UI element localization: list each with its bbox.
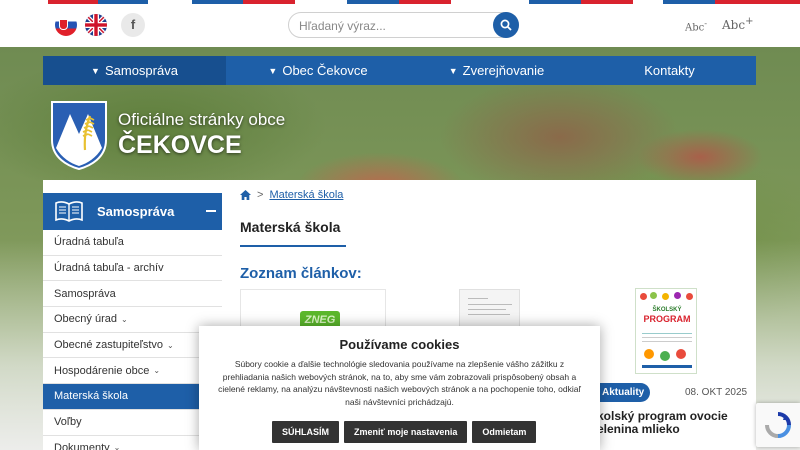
chevron-down-icon: ⌄	[113, 443, 121, 450]
article-date: 08. OKT 2025	[685, 387, 748, 398]
chevron-down-icon: ▼	[91, 65, 100, 76]
top-bar: f Abc- Abc+	[0, 0, 800, 47]
sidebar-item-uradna-tabula[interactable]: Úradná tabuľa	[43, 230, 222, 256]
search-button[interactable]	[493, 12, 519, 38]
top-stripes	[0, 0, 800, 4]
coat-of-arms-icon[interactable]	[50, 100, 108, 170]
search-input[interactable]	[299, 17, 489, 35]
home-icon[interactable]	[240, 190, 251, 200]
facebook-icon[interactable]: f	[121, 13, 145, 37]
sidebar-menu: Úradná tabuľa Úradná tabuľa - archív Sam…	[43, 230, 222, 450]
site-title[interactable]: Oficiálne stránky obce ČEKOVCE	[118, 110, 285, 160]
main-navigation: ▼ Samospráva ▼ Obec Čekovce ▼ Zverejňovanie…	[43, 56, 756, 85]
breadcrumb-current[interactable]: Materská škola	[269, 189, 343, 201]
font-larger-button[interactable]: Abc+	[722, 16, 753, 32]
sidebar-item-obecny-urad[interactable]: Obecný úrad ⌄	[43, 307, 222, 333]
slovak-flag-icon[interactable]	[55, 14, 77, 36]
nav-item-kontakty[interactable]: Kontakty	[583, 56, 756, 85]
sidebar-item-dokumenty[interactable]: Dokumenty ⌄	[43, 435, 222, 450]
article-title[interactable]: kolský program ovocie elenina mlieko	[597, 410, 747, 436]
recaptcha-badge[interactable]	[756, 403, 800, 447]
search-box	[288, 12, 519, 38]
breadcrumb: > Materská škola	[240, 189, 343, 201]
font-smaller-button[interactable]: Abc-	[685, 18, 707, 33]
article-thumbnail-document[interactable]	[459, 289, 520, 329]
search-icon	[500, 19, 512, 31]
recaptcha-icon	[765, 412, 791, 438]
sidebar-item-hospodarenie-obce[interactable]: Hospodárenie obce ⌄	[43, 358, 222, 385]
site-name: ČEKOVCE	[118, 131, 242, 159]
title-underline	[240, 245, 346, 247]
cookie-body: Súbory cookie a ďalšie technológie sledo…	[218, 359, 581, 407]
sidebar-heading[interactable]: Samospráva	[43, 193, 222, 230]
chevron-down-icon: ⌄	[167, 340, 174, 350]
cookie-consent-dialog: Používame cookies Súbory cookie a ďalšie…	[199, 326, 600, 450]
sidebar-item-volby[interactable]: Voľby	[43, 409, 222, 436]
nav-item-samosprava[interactable]: ▼ Samospráva	[43, 56, 226, 85]
chevron-down-icon: ⌄	[120, 314, 128, 324]
article-list-heading: Zoznam článkov:	[240, 265, 362, 282]
chevron-down-icon: ▼	[448, 65, 458, 76]
cookie-accept-button[interactable]: SÚHLASÍM	[272, 421, 339, 443]
sidebar-item-materska-skola[interactable]: Materská škola	[43, 384, 222, 410]
nav-item-obec-cekovce[interactable]: ▼ Obec Čekovce	[226, 56, 410, 85]
article-thumbnail-poster[interactable]: ŠKOLSKÝ PROGRAM	[635, 288, 697, 374]
category-badge[interactable]: Aktuality	[592, 383, 650, 402]
cookie-title: Používame cookies	[339, 337, 460, 352]
collapse-icon[interactable]	[206, 210, 216, 212]
book-icon	[55, 201, 83, 222]
nav-item-zverejnovanie[interactable]: ▼ Zverejňovanie	[410, 56, 583, 85]
cookie-settings-button[interactable]: Zmeniť moje nastavenia	[344, 421, 468, 443]
uk-flag-icon[interactable]	[85, 14, 107, 36]
sidebar-item-uradna-tabula-archiv[interactable]: Úradná tabuľa - archív	[43, 255, 222, 282]
chevron-down-icon: ▼	[268, 65, 278, 76]
chevron-down-icon: ⌄	[153, 366, 161, 376]
page-title: Materská škola	[240, 219, 341, 235]
sidebar-item-samosprava[interactable]: Samospráva	[43, 281, 222, 308]
cookie-reject-button[interactable]: Odmietam	[472, 421, 537, 443]
sidebar-item-obecne-zastupitelstvo[interactable]: Obecné zastupiteľstvo ⌄	[43, 332, 222, 359]
site-subtitle: Oficiálne stránky obce	[118, 110, 286, 129]
